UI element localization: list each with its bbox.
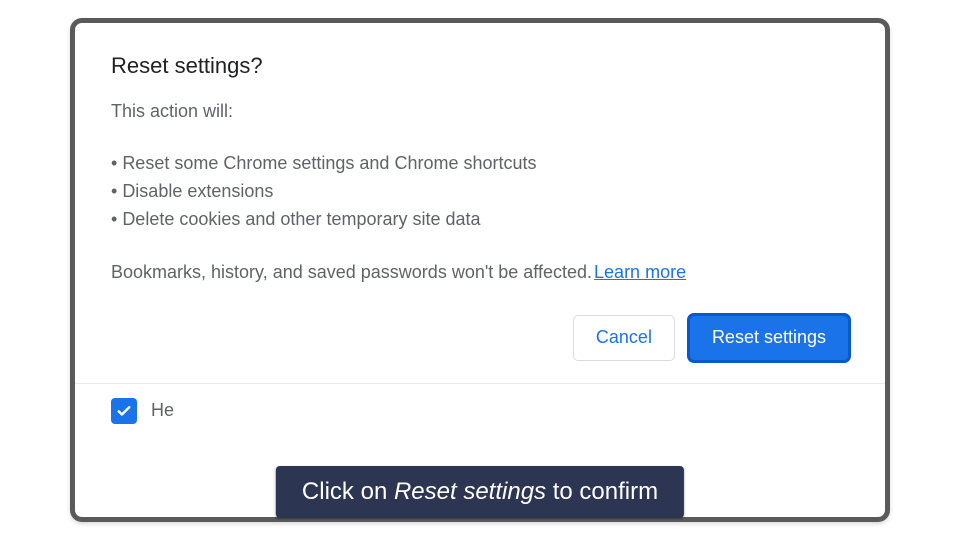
button-row: Cancel Reset settings	[75, 305, 885, 383]
caption-pre: Click on	[302, 478, 394, 505]
instruction-caption: Click on Reset settings to confirm	[276, 466, 684, 518]
bullet-item: • Reset some Chrome settings and Chrome …	[111, 150, 849, 178]
bullet-text: Reset some Chrome settings and Chrome sh…	[122, 153, 536, 173]
dialog-bullets: • Reset some Chrome settings and Chrome …	[111, 150, 849, 234]
check-icon	[115, 402, 133, 420]
footer-checkbox-label: He	[151, 400, 174, 421]
caption-post: to confirm	[546, 478, 658, 505]
dialog-intro: This action will:	[111, 101, 849, 122]
cancel-button[interactable]: Cancel	[573, 315, 675, 361]
reset-settings-button[interactable]: Reset settings	[689, 315, 849, 361]
help-improve-checkbox[interactable]	[111, 398, 137, 424]
learn-more-link[interactable]: Learn more	[594, 262, 686, 282]
dialog-body: Reset settings? This action will: • Rese…	[75, 23, 885, 305]
bullet-item: • Delete cookies and other temporary sit…	[111, 206, 849, 234]
dialog-footnote: Bookmarks, history, and saved passwords …	[111, 262, 592, 282]
dialog-footnote-row: Bookmarks, history, and saved passwords …	[111, 262, 849, 283]
bullet-text: Disable extensions	[122, 181, 273, 201]
footer-row: He	[75, 384, 885, 438]
caption-em: Reset settings	[394, 478, 546, 505]
bullet-item: • Disable extensions	[111, 178, 849, 206]
bullet-text: Delete cookies and other temporary site …	[122, 209, 480, 229]
dialog-frame: Reset settings? This action will: • Rese…	[70, 18, 890, 522]
dialog-title: Reset settings?	[111, 53, 849, 79]
